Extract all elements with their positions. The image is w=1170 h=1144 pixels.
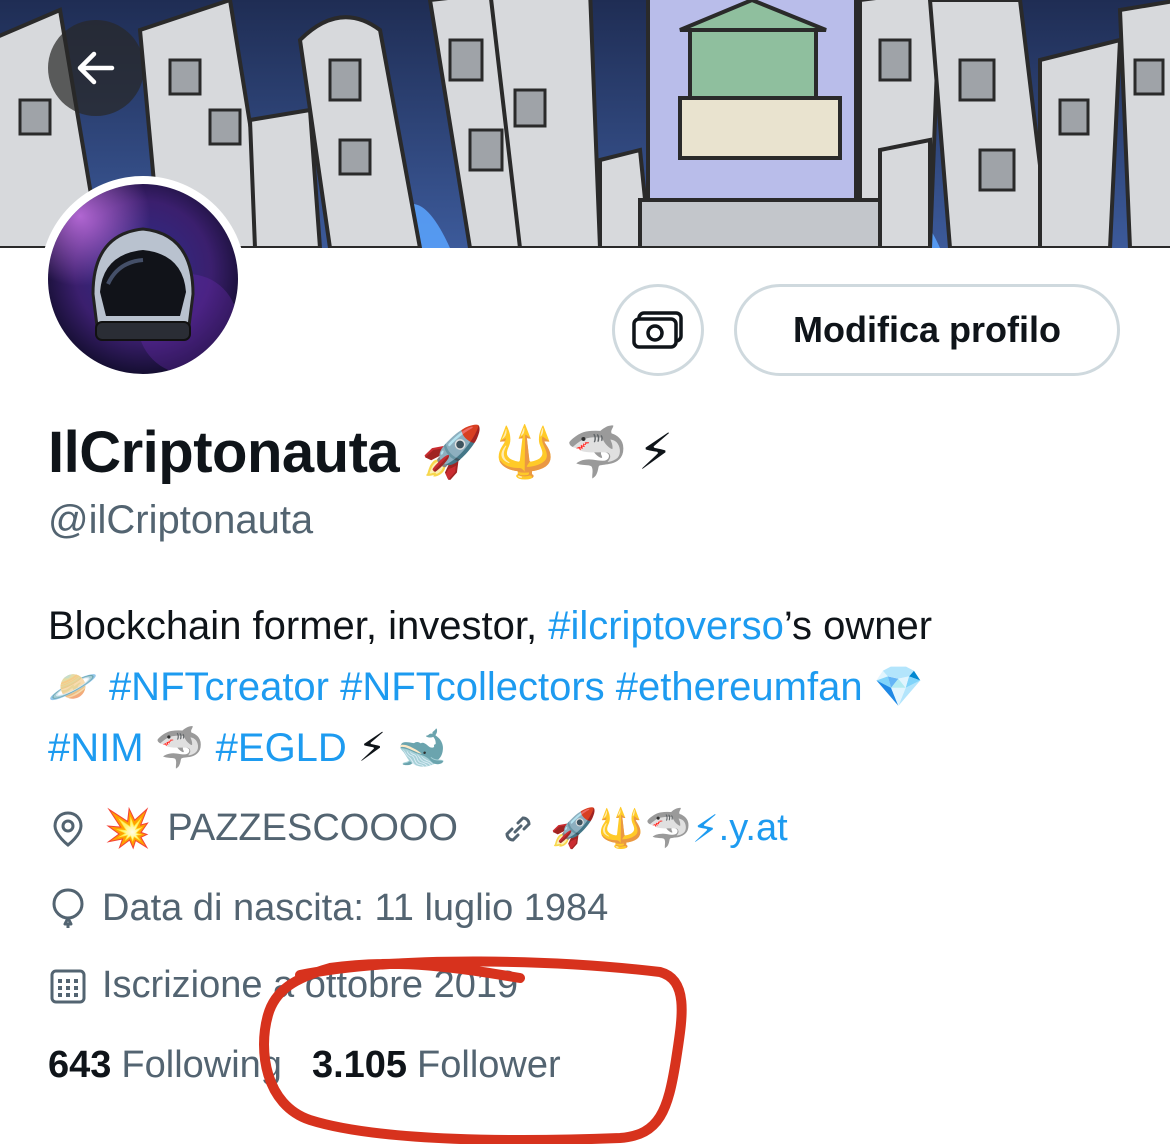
collision-emoji: 💥 [104, 806, 152, 850]
following-link[interactable]: 643 Following [48, 1044, 282, 1087]
hashtag-link[interactable]: #NIM [48, 726, 144, 770]
display-name-row: IlCriptonauta 🚀 🔱 🦈 ⚡ [48, 412, 673, 492]
bio-line-2: 🪐 #NFTcreator #NFTcollectors #ethereumfa… [48, 657, 1128, 718]
hashtag-link[interactable]: #ilcriptoverso [548, 604, 784, 648]
birthday-text: Data di nascita: 11 luglio 1984 [102, 886, 609, 929]
planet-emoji: 🪐 [48, 664, 98, 710]
lightning-emoji: ⚡ [691, 806, 719, 851]
astronaut-helmet-image [48, 184, 238, 374]
whale-emoji: 🐋 [397, 725, 447, 771]
location-text: PAZZESCOOOO [167, 807, 458, 849]
website-link[interactable]: 🚀 🔱 🦈 ⚡ .y.at [550, 806, 788, 851]
bio-line-1: Blockchain former, investor, #ilcriptove… [48, 596, 1128, 657]
hashtag-link[interactable]: #NFTcreator [109, 665, 329, 709]
bio-text: ’s owner [783, 604, 933, 648]
back-button[interactable] [48, 20, 144, 116]
avatar[interactable] [40, 176, 246, 382]
hashtag-link[interactable]: #EGLD [216, 726, 347, 770]
display-name: IlCriptonauta [48, 419, 400, 485]
following-count: 643 [48, 1044, 112, 1086]
joined-row: Iscrizione a ottobre 2019 [48, 964, 518, 1007]
followers-link[interactable]: 3.105 Follower [312, 1044, 561, 1087]
lightning-emoji: ⚡ [637, 423, 674, 481]
followers-count: 3.105 [311, 1044, 408, 1086]
camera-icon [632, 311, 683, 349]
name-emojis: 🚀 🔱 🦈 ⚡ [421, 423, 673, 482]
website-text: .y.at [718, 807, 788, 849]
following-label: Following [121, 1044, 282, 1086]
link-icon [505, 815, 531, 842]
arrow-left-icon [77, 51, 115, 85]
trident-emoji: 🔱 [493, 422, 556, 481]
calendar-icon [50, 969, 86, 1003]
joined-text: Iscrizione a ottobre 2019 [102, 964, 519, 1006]
trident-emoji: 🔱 [597, 806, 645, 850]
follow-stats: 643 Following 3.105 Follower [48, 1044, 561, 1087]
location-website-row: 💥 PAZZESCOOOO 🚀 🔱 🦈 ⚡ .y.at [48, 806, 788, 851]
gem-emoji: 💎 [873, 664, 924, 710]
hashtag-link[interactable]: #NFTcollectors [340, 665, 605, 709]
balloon-icon [52, 888, 84, 928]
hashtag-link[interactable]: #ethereumfan [616, 665, 863, 709]
bio-line-3: #NIM 🦈 #EGLD ⚡ 🐋 [48, 718, 1128, 779]
manage-media-button[interactable] [612, 284, 704, 376]
birthday-row: Data di nascita: 11 luglio 1984 [48, 886, 608, 930]
shark-emoji: 🦈 [154, 725, 205, 771]
followers-label: Follower [417, 1044, 561, 1086]
username-handle: @ilCriptonauta [48, 498, 314, 542]
rocket-emoji: 🚀 [550, 806, 598, 850]
bio: Blockchain former, investor, #ilcriptove… [48, 596, 1128, 779]
lightning-emoji: ⚡ [357, 725, 387, 771]
bio-text: Blockchain former, investor, [48, 604, 549, 648]
shark-emoji: 🦈 [644, 806, 692, 850]
location-pin-icon [53, 810, 83, 847]
edit-profile-button[interactable]: Modifica profilo [734, 284, 1120, 376]
rocket-emoji: 🚀 [421, 422, 484, 481]
shark-emoji: 🦈 [565, 422, 628, 481]
